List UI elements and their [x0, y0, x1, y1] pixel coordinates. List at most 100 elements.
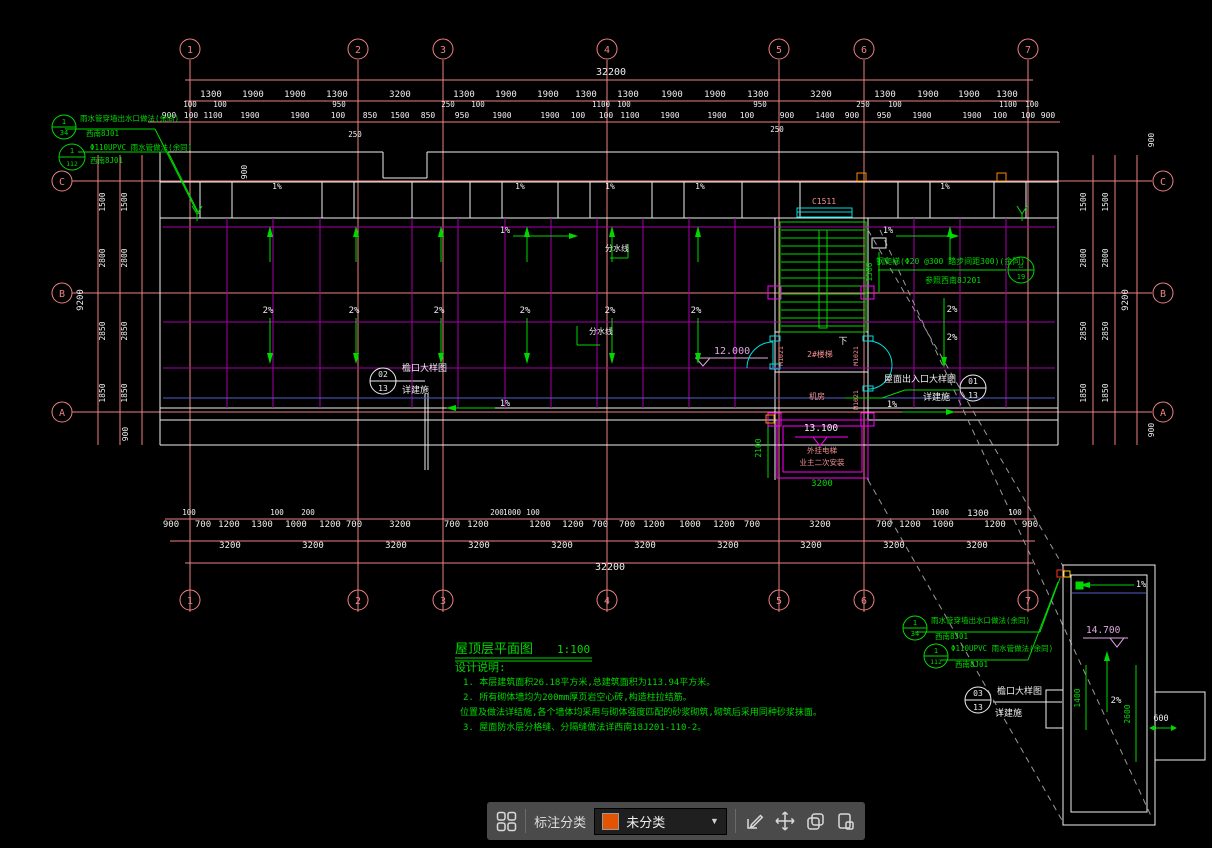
drawing-text: 19 [1017, 273, 1025, 281]
drawing-text: 1100 [620, 111, 639, 120]
drawing-text: 1% [515, 182, 525, 191]
drawing-text: 7 [1025, 596, 1031, 607]
drawing-text: 1100 [999, 100, 1018, 109]
drawing-text: 3200 [302, 541, 324, 551]
drawing-text: 2850 [120, 321, 129, 340]
drawing-text: 100 [617, 100, 631, 109]
move-button[interactable] [774, 808, 796, 834]
drawing-text: 1% [272, 182, 282, 191]
drawing-text: 1200 [984, 520, 1006, 530]
drawing-text: 1200 [713, 520, 735, 530]
drawing-text: 1900 [707, 111, 726, 120]
drawing-text: 1200 [319, 520, 341, 530]
drawing-text: 2850 [98, 321, 107, 340]
drawing-text: 1 [70, 147, 74, 155]
drawing-text: A [1160, 408, 1166, 419]
level-12000: 12.000 [714, 346, 750, 357]
drawing-text: 2600 [1123, 704, 1132, 723]
drawing-text: 32200 [596, 67, 626, 78]
drawing-text: 业主二次安装 [800, 457, 845, 467]
annotation-toolbar: 标注分类 未分类 ▼ [487, 802, 865, 840]
grid-bubble-B: B [59, 289, 65, 300]
drawing-text: 600 [1153, 714, 1168, 724]
drawing-text: 700 [744, 520, 760, 530]
stair-room-label: 2#楼梯 [807, 349, 833, 359]
grid-bubble-3: 3 [440, 45, 446, 56]
drawing-text: 1400 [815, 111, 834, 120]
arrowhead [1149, 725, 1155, 731]
detail-ref-roof-access: 屋面出入口大样图 [884, 373, 956, 385]
arrowhead [609, 226, 615, 237]
drawing-canvas[interactable]: 3220013001900190013003200130019001900130… [0, 0, 1212, 848]
drawing-text: 3 [440, 596, 446, 607]
drawing-text: 西南8J01 [935, 631, 968, 641]
detail-ref-eave: 檐口大样图 [402, 362, 447, 374]
grid-bubble-5: 5 [776, 45, 782, 56]
grid-bubble-2: 2 [355, 45, 361, 56]
drawing-text: 1 [62, 118, 66, 126]
paste-button[interactable] [835, 808, 857, 834]
drawing-text: 1300 [200, 90, 222, 100]
drawing-text: 1900 [917, 90, 939, 100]
apps-icon [496, 811, 517, 832]
drawing-text: 900 [845, 111, 860, 120]
drawing-line [168, 152, 199, 214]
category-dropdown[interactable]: 未分类 ▼ [594, 808, 727, 835]
drawing-text: 850 [421, 111, 436, 120]
drawing-text: 1 [913, 619, 917, 627]
drawing-text: 3200 [717, 541, 739, 551]
drawing-text: 1900 [704, 90, 726, 100]
drawing-text: 1500 [865, 262, 874, 281]
drawing-text: 1300 [326, 90, 348, 100]
drawing-text: 1000 [932, 520, 954, 530]
drawing-text: M1021 [777, 346, 785, 366]
drawing-text: 1500 [120, 192, 129, 211]
drawing-text: 112 [930, 658, 942, 666]
drawing-text: 100 [184, 111, 199, 120]
apps-button[interactable] [495, 808, 517, 834]
drawing-text: 1300 [996, 90, 1018, 100]
drawing-text: 3200 [809, 520, 831, 530]
drawing-text: 1850 [98, 383, 107, 402]
grid-bubble-7: 7 [1025, 45, 1031, 56]
drawing-text: 分水线 [605, 243, 629, 253]
drawing-text: 100 [1021, 111, 1036, 120]
drawing-rect [1046, 690, 1063, 728]
drawing-text: 1900 [242, 90, 264, 100]
level-14700: 14.700 [1086, 625, 1121, 636]
drawing-text: 西南8J01 [90, 155, 123, 165]
drawing-text: 1% [887, 400, 897, 410]
edit-annotation-button[interactable] [744, 808, 766, 834]
drawing-text: 2% [947, 305, 958, 315]
drawing-rect [1064, 571, 1070, 577]
copy-icon [805, 811, 826, 832]
arrowhead [946, 409, 955, 415]
drawing-text: 1200 [218, 520, 240, 530]
drawing-text: 1900 [284, 90, 306, 100]
arrowhead [1104, 651, 1110, 661]
drawing-text: 1% [1136, 580, 1146, 590]
drawing-text: 分水线 [589, 326, 613, 336]
category-color-swatch [602, 813, 619, 830]
drawing-text: M1021 [852, 346, 860, 366]
drawing-text: 3200 [551, 541, 573, 551]
drawing-text: 2% [349, 306, 360, 316]
drawing-text: 3200 [634, 541, 656, 551]
drawing-text: 1500 [98, 192, 107, 211]
drawing-text: 1% [605, 182, 615, 191]
drawing-text: 1900 [958, 90, 980, 100]
copy-button[interactable] [804, 808, 826, 834]
drawing-line [155, 129, 197, 212]
grid-bubble-4: 4 [604, 45, 610, 56]
drawing-text: 1300 [453, 90, 475, 100]
drawing-text: 700 [592, 520, 608, 530]
drawing-rect [997, 173, 1006, 181]
drawing-text: 1850 [1101, 383, 1110, 402]
drawing-text: 2800 [120, 248, 129, 267]
drawing-text: 1100 [592, 100, 611, 109]
arrowhead [267, 226, 273, 237]
drawing-text: 3200 [811, 479, 833, 489]
drawing-text: 1% [695, 182, 705, 191]
drawing-text: 900 [1147, 133, 1156, 148]
drawing-text: 4 [604, 596, 610, 607]
